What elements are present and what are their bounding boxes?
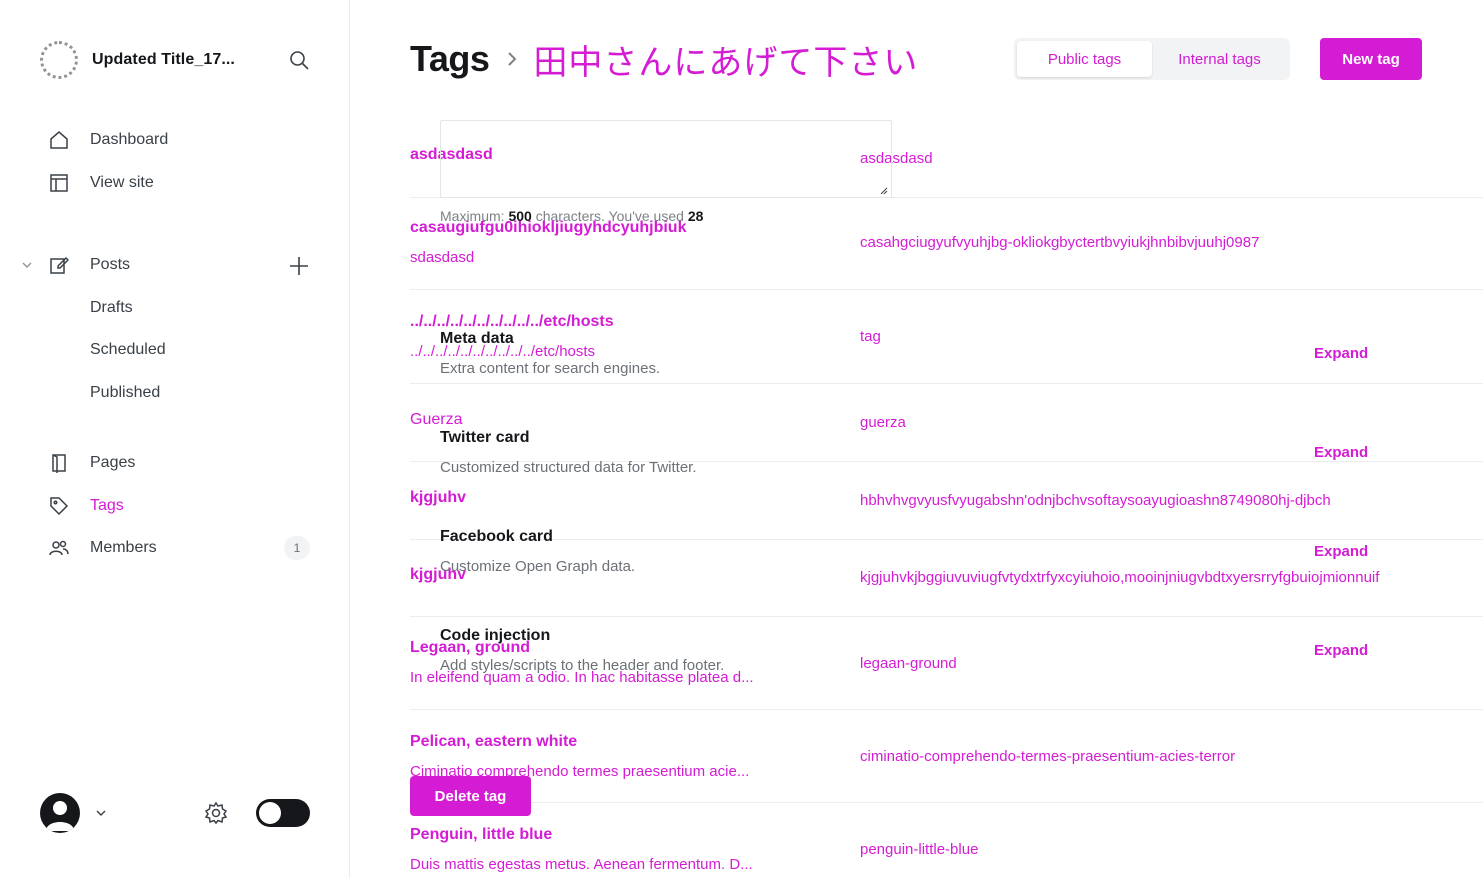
tag-description: In eleifend quam a odio. In hac habitass…	[410, 669, 754, 686]
nav-view-site[interactable]: View site	[48, 170, 154, 196]
site-title[interactable]: Updated Title_17...	[92, 51, 235, 69]
expand-code-injection-button[interactable]: Expand	[1314, 642, 1368, 659]
expand-facebook-card-button[interactable]: Expand	[1314, 543, 1368, 560]
tag-slug: tag	[860, 328, 881, 345]
main-content: Tags 田中さんにあげて下さい Public tags Internal ta…	[350, 0, 1483, 878]
home-icon	[48, 129, 70, 151]
new-tag-button[interactable]: New tag	[1320, 38, 1422, 80]
toggle-knob	[259, 802, 281, 824]
nav-posts[interactable]: Posts	[48, 252, 130, 278]
plus-icon[interactable]	[288, 255, 310, 277]
chevron-down-icon[interactable]	[94, 806, 108, 820]
members-icon	[48, 537, 70, 559]
breadcrumb-current: 田中さんにあげて下さい	[533, 43, 919, 82]
tag-name[interactable]: kjgjuhv	[410, 566, 466, 584]
tab-public-tags[interactable]: Public tags	[1017, 41, 1152, 77]
nav-posts-label: Posts	[90, 256, 131, 273]
nav-view-site-label: View site	[90, 174, 154, 191]
site-header[interactable]: Updated Title_17...	[40, 40, 310, 80]
table-row[interactable]: Pelican, eastern white Ciminatio compreh…	[410, 710, 1483, 803]
sidebar: Updated Title_17... Dashboard View site …	[0, 0, 350, 878]
table-row[interactable]: Legaan, ground In eleifend quam a odio. …	[410, 617, 1483, 710]
nav-dashboard[interactable]: Dashboard	[48, 127, 168, 153]
nav-drafts[interactable]: Drafts	[90, 296, 133, 320]
tag-description: ../../../../../../../../../../etc/hosts	[410, 343, 596, 360]
dark-mode-toggle[interactable]	[256, 799, 310, 827]
tag-slug: hbhvhvgvyusfvyugabshn'odnjbchvsoftaysoay…	[860, 492, 1331, 509]
tag-slug: casahgciugyufvyuhjbg-okliokgbyctertbvyiu…	[860, 234, 1260, 251]
tag-icon	[48, 495, 70, 517]
tag-name[interactable]: Pelican, eastern white	[410, 733, 577, 751]
nav-pages[interactable]: Pages	[48, 450, 135, 476]
tag-name[interactable]: Legaan, ground	[410, 639, 530, 657]
nav-members[interactable]: Members	[48, 535, 157, 561]
nav-members-label: Members	[90, 539, 157, 556]
nav-pages-label: Pages	[90, 454, 136, 471]
table-row[interactable]: asdasdasd asdasdasd	[410, 130, 1483, 198]
chevron-right-icon	[508, 52, 517, 66]
expand-meta-data-button[interactable]: Expand	[1314, 345, 1368, 362]
tag-slug: ciminatio-comprehendo-termes-praesentium…	[860, 748, 1236, 765]
chevron-down-icon[interactable]	[20, 258, 34, 272]
tag-name[interactable]: ../../../../../../../../../../etc/hosts	[410, 313, 614, 331]
user-avatar[interactable]	[40, 793, 80, 833]
tab-internal-tags[interactable]: Internal tags	[1152, 41, 1287, 77]
view-site-icon	[48, 172, 70, 194]
tag-slug: kjgjuhvkjbggiuvuviugfvtydxtrfyxcyiuhoio,…	[860, 569, 1380, 586]
delete-tag-button[interactable]: Delete tag	[410, 776, 531, 816]
tag-slug: legaan-ground	[860, 655, 957, 672]
table-row[interactable]: casaugiufgu0ihiokljiugyhdcyuhjbiuk sdasd…	[410, 198, 1483, 290]
table-row[interactable]: Penguin, little blue Duis mattis egestas…	[410, 803, 1483, 878]
tag-slug: penguin-little-blue	[860, 841, 979, 858]
tag-name[interactable]: Guerza	[410, 411, 462, 429]
tag-name[interactable]: kjgjuhv	[410, 489, 466, 507]
nav-dashboard-label: Dashboard	[90, 131, 169, 148]
page-header: Tags 田中さんにあげて下さい	[410, 34, 918, 84]
gear-icon[interactable]	[204, 801, 228, 825]
tag-slug: asdasdasd	[860, 150, 933, 167]
page-title[interactable]: Tags	[410, 38, 490, 80]
posts-icon	[48, 254, 70, 276]
table-row[interactable]: kjgjuhv hbhvhvgvyusfvyugabshn'odnjbchvso…	[410, 462, 1483, 540]
tag-description: Duis mattis egestas metus. Aenean fermen…	[410, 856, 753, 873]
nav-scheduled[interactable]: Scheduled	[90, 338, 166, 362]
table-row[interactable]: ../../../../../../../../../../etc/hosts …	[410, 290, 1483, 384]
sidebar-footer	[40, 793, 310, 833]
nav-published[interactable]: Published	[90, 381, 160, 405]
tag-name[interactable]: Penguin, little blue	[410, 826, 552, 844]
tag-description: sdasdasd	[410, 249, 475, 266]
expand-twitter-card-button[interactable]: Expand	[1314, 444, 1368, 461]
nav-tags[interactable]: Tags	[48, 493, 124, 519]
tag-slug: guerza	[860, 414, 906, 431]
nav-tags-label: Tags	[90, 497, 124, 514]
pages-icon	[48, 452, 70, 474]
tag-name[interactable]: asdasdasd	[410, 146, 493, 164]
tag-name[interactable]: casaugiufgu0ihiokljiugyhdcyuhjbiuk	[410, 219, 686, 237]
members-count-badge: 1	[284, 536, 310, 560]
tag-type-tabs: Public tags Internal tags	[1014, 38, 1290, 80]
site-logo[interactable]	[40, 41, 78, 79]
search-icon[interactable]	[288, 49, 310, 71]
